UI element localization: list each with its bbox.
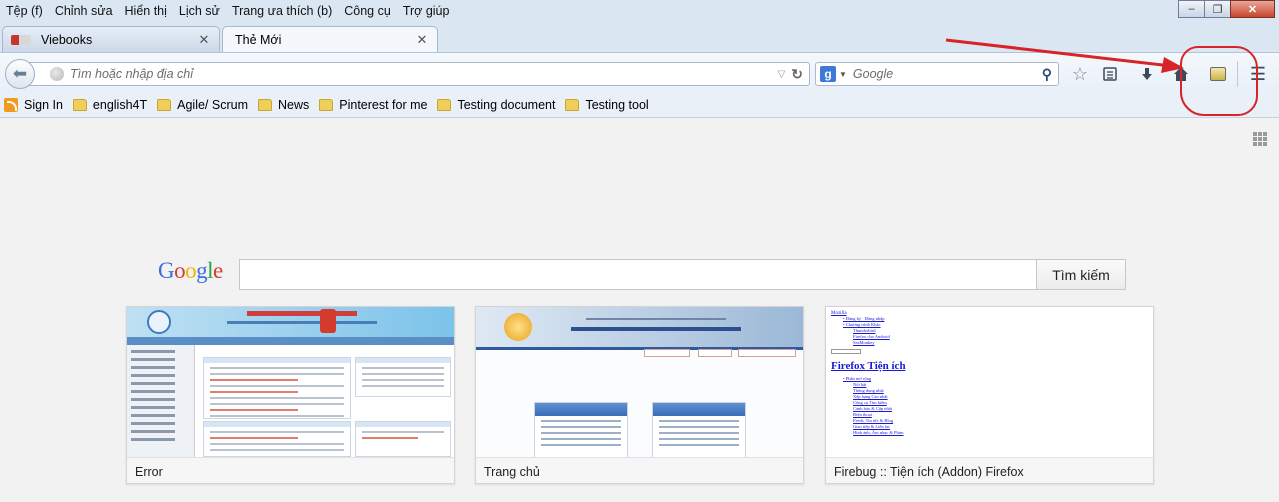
bookmarks-bar: Sign In english4T Agile/ Scrum News Pint… [0, 92, 1279, 118]
bookmark-label: Testing document [457, 97, 556, 112]
bookmark-folder-pinterest[interactable]: Pinterest for me [319, 98, 427, 112]
folder-icon [437, 98, 452, 111]
rss-icon [4, 97, 18, 112]
menu-edit[interactable]: Chỉnh sửa [55, 4, 113, 18]
google-search-input[interactable] [239, 259, 1037, 290]
bookmark-label: News [277, 97, 310, 112]
new-tab-page: Google Tìm kiếm Error Trang chủ Mozilla … [0, 118, 1279, 502]
menu-history[interactable]: Lịch sử [179, 4, 220, 18]
tile-thumbnail: Mozilla • Đăng ký · Đăng nhập • Chương t… [826, 307, 1153, 457]
google-search-button[interactable]: Tìm kiếm [1036, 259, 1126, 290]
maximize-button[interactable]: ❐ [1204, 0, 1231, 18]
bookmark-folder-english4t[interactable]: english4T [72, 97, 148, 112]
bookmark-label: Testing tool [585, 97, 649, 112]
tile-title: Firebug :: Tiện ích (Addon) Firefox [826, 457, 1153, 483]
menu-view[interactable]: Hiển thị [125, 4, 167, 18]
folder-icon [319, 98, 334, 111]
tab-title: Thẻ Mới [235, 32, 282, 47]
bookmark-folder-testing-document[interactable]: Testing document [437, 98, 555, 112]
tab-close-icon[interactable]: ✕ [197, 32, 211, 48]
bookmark-folder-agile-scrum[interactable]: Agile/ Scrum [157, 98, 248, 112]
tile-preview-heading: Firefox Tiện ích [831, 360, 906, 372]
tile-title: Error [127, 457, 454, 483]
tab-new-tab[interactable]: Thẻ Mới ✕ [222, 26, 438, 52]
tile-thumbnail [476, 307, 803, 457]
reload-icon[interactable]: ↻ [791, 66, 803, 83]
tile-firebug[interactable]: Mozilla • Đăng ký · Đăng nhập • Chương t… [825, 306, 1154, 484]
back-button[interactable]: ⬅ [5, 59, 35, 89]
bookmark-folder-testing-tool[interactable]: Testing tool [565, 97, 649, 112]
menu-bar: Tệp (f) Chỉnh sửa Hiển thị Lịch sử Trang… [0, 0, 1279, 22]
tab-close-icon[interactable]: ✕ [415, 32, 429, 48]
tile-grid-toggle-icon[interactable] [1253, 132, 1267, 146]
tab-title: Viebooks [41, 32, 93, 47]
tile-thumbnail [127, 307, 454, 457]
google-engine-icon[interactable]: g [820, 66, 836, 82]
globe-icon [50, 67, 64, 81]
bookmark-folder-news[interactable]: News [257, 97, 310, 112]
menu-bookmarks[interactable]: Trang ưa thích (b) [232, 4, 332, 18]
folder-icon [157, 98, 172, 111]
bookmark-label: Agile/ Scrum [177, 97, 248, 112]
annotation-circle [1180, 46, 1258, 116]
minimize-button[interactable]: – [1178, 0, 1205, 18]
back-arrow-icon: ⬅ [12, 64, 28, 83]
bookmark-sign-in[interactable]: Sign In [4, 97, 63, 112]
tile-trang-chu[interactable]: Trang chủ [475, 306, 804, 484]
bookmark-label: Pinterest for me [339, 97, 428, 112]
tab-viebooks[interactable]: Viebooks ✕ [2, 26, 220, 52]
url-bar[interactable]: Tìm hoặc nhập địa chỉ ▽ ↻ [27, 62, 810, 86]
bookmark-label: Sign In [24, 97, 63, 112]
bookmark-label: english4T [92, 97, 148, 112]
menu-file[interactable]: Tệp (f) [6, 4, 43, 18]
tile-title: Trang chủ [476, 457, 803, 483]
window-controls: – ❐ ✕ [1178, 0, 1275, 18]
folder-icon [72, 98, 87, 111]
folder-icon [565, 98, 580, 111]
menu-tools[interactable]: Công cụ [344, 4, 391, 18]
engine-dropdown-icon[interactable]: ▼ [839, 70, 847, 79]
google-logo: Google [158, 258, 223, 283]
viebooks-favicon-icon [11, 34, 31, 45]
close-window-button[interactable]: ✕ [1230, 0, 1275, 18]
folder-icon [257, 98, 272, 111]
tile-error[interactable]: Error [126, 306, 455, 484]
url-dropdown-icon[interactable]: ▽ [778, 69, 786, 80]
url-input[interactable]: Tìm hoặc nhập địa chỉ [70, 67, 778, 81]
menu-help[interactable]: Trợ giúp [403, 4, 450, 18]
annotation-arrow [945, 38, 1184, 73]
